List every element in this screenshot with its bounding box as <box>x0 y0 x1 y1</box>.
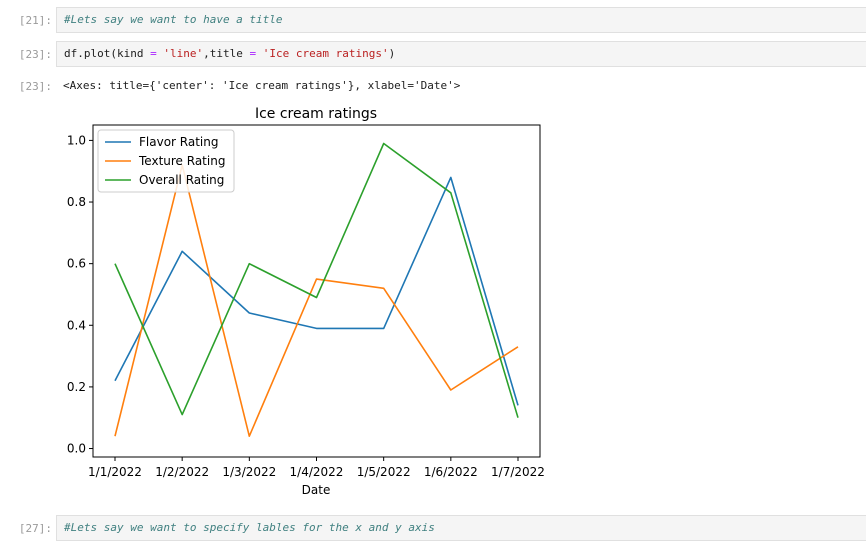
x-tick-label: 1/2/2022 <box>155 465 209 479</box>
series-line-1 <box>114 176 519 406</box>
legend: Flavor Rating Texture Rating Overall Ratin… <box>97 129 235 193</box>
x-tick-label: 1/5/2022 <box>357 465 411 479</box>
code-token-plot: .plot( <box>77 47 117 60</box>
code-token-kind: kind <box>117 47 144 60</box>
cell-prompt-23-in: [23]: <box>18 48 52 61</box>
legend-label: Flavor Rating <box>139 135 218 149</box>
code-cell-21[interactable]: #Lets say we want to have a title <box>56 7 866 33</box>
code-token-title: title <box>209 47 243 60</box>
legend-label: Texture Rating <box>138 154 225 168</box>
code-comment: #Lets say we want to specify lables for … <box>64 521 435 534</box>
x-tick-label: 1/7/2022 <box>491 465 545 479</box>
chart-title: Ice cream ratings <box>255 106 377 122</box>
code-line: df.plot(kind = 'line',title = 'Ice cream… <box>64 47 395 60</box>
code-cell-23[interactable]: df.plot(kind = 'line',title = 'Ice cream… <box>56 41 866 67</box>
cell-prompt-23-out: [23]: <box>18 80 52 93</box>
x-tick-label: 1/6/2022 <box>424 465 478 479</box>
code-token-eq: = <box>242 47 263 60</box>
y-tick-label: 0.2 <box>67 380 86 394</box>
x-tick-label: 1/3/2022 <box>222 465 276 479</box>
cell-prompt-21: [21]: <box>18 14 52 27</box>
code-token-title-str: 'Ice cream ratings' <box>262 47 389 60</box>
line-chart: Ice cream ratings 0.0 0.2 0.4 0.6 0.8 1.0 1/1… <box>67 106 545 497</box>
y-tick-label: 1.0 <box>67 133 86 147</box>
cell-output-text: <Axes: title={'center': 'Ice cream ratin… <box>63 79 461 92</box>
code-cell-27[interactable]: #Lets say we want to specify lables for … <box>56 515 866 541</box>
code-token-df: df <box>64 47 78 60</box>
y-tick-label: 0.8 <box>67 195 86 209</box>
code-token-comma: , <box>203 47 210 60</box>
code-token-close: ) <box>388 47 396 60</box>
x-axis-label: Date <box>302 483 331 497</box>
y-tick-label: 0.4 <box>67 318 86 332</box>
legend-label: Overall Rating <box>139 173 224 187</box>
x-tick-label: 1/1/2022 <box>88 465 142 479</box>
x-tick-label: 1/4/2022 <box>290 465 344 479</box>
code-comment: #Lets say we want to have a title <box>64 13 283 26</box>
code-token-line-str: 'line' <box>163 47 204 60</box>
cell-prompt-27: [27]: <box>18 522 52 535</box>
y-tick-label: 0.6 <box>67 257 86 271</box>
code-token-eq: = <box>143 47 164 60</box>
y-tick-label: 0.0 <box>67 442 86 456</box>
series-line-2 <box>114 164 519 438</box>
